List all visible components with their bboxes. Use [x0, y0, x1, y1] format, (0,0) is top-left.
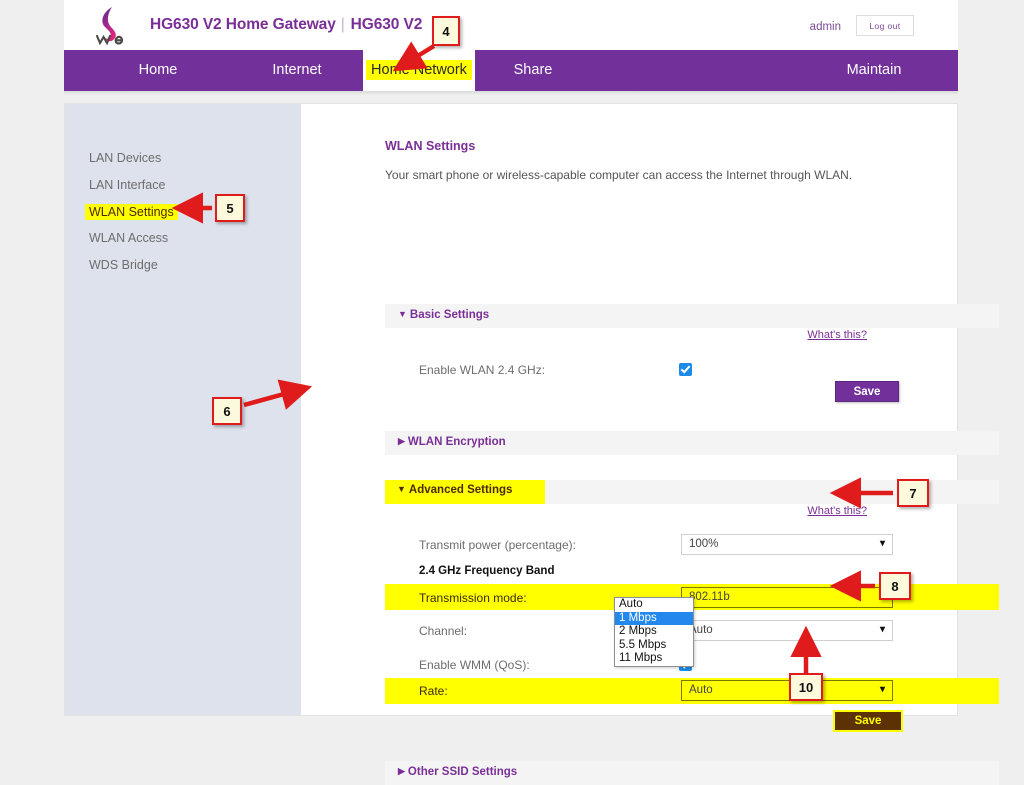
- arrow-4: [392, 41, 436, 72]
- section-label-other-ssid-settings: ▶ Other SSID Settings: [398, 766, 517, 778]
- callout-4: 4: [432, 16, 460, 46]
- chevron-right-icon: ▶: [398, 766, 405, 776]
- callout-8: 8: [879, 572, 911, 600]
- section-header-other-ssid-settings[interactable]: ▶ Other SSID Settings: [385, 761, 999, 785]
- callout-7: 7: [897, 479, 929, 507]
- callout-5: 5: [215, 194, 245, 222]
- arrow-6: [243, 379, 313, 410]
- callout-arrows: [171, 41, 893, 673]
- section-title-other-ssid-settings: Other SSID Settings: [407, 766, 518, 778]
- callout-6: 6: [212, 397, 242, 425]
- callout-10: 10: [789, 673, 823, 701]
